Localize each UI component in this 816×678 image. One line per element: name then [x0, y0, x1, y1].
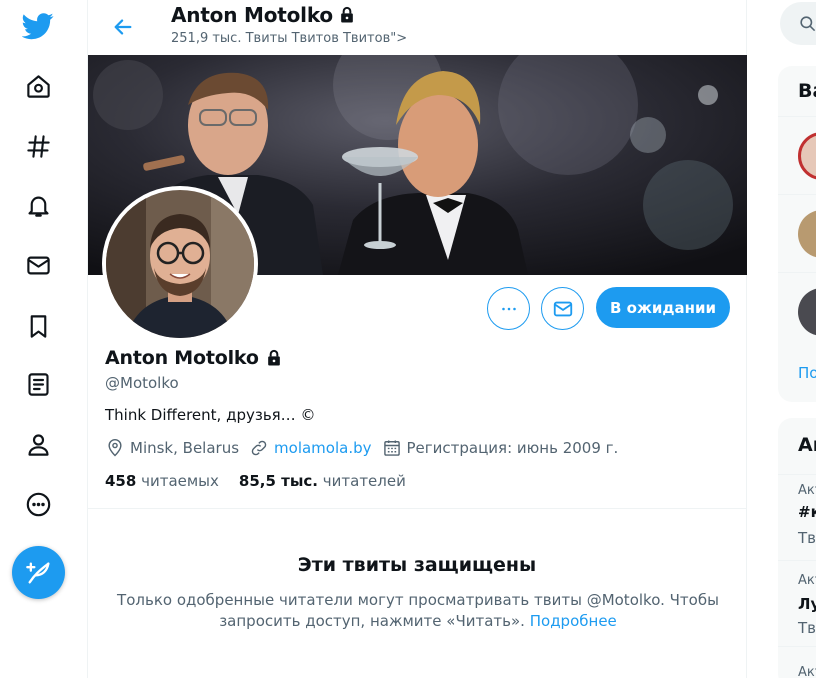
link-icon	[251, 440, 267, 456]
app-root: Anton Motolko 251,9 тыс. Твиты Твитов Тв…	[0, 0, 816, 678]
trends-panel: Ак Акт #к Тв Акт Лу Тв Акт	[778, 418, 816, 678]
twitter-logo-icon[interactable]	[14, 2, 62, 50]
more-icon	[26, 492, 50, 516]
trend-category: Акт	[798, 665, 816, 678]
profile-name: Anton Motolko	[105, 347, 284, 369]
sidebar-nav	[0, 0, 88, 678]
show-more-link[interactable]: По	[798, 364, 816, 382]
followers-label: читателей	[322, 472, 406, 490]
protected-message: Только одобренные читатели могут просмат…	[117, 591, 719, 630]
avatar	[798, 132, 816, 180]
following-label: читаемых	[141, 472, 219, 490]
location-text: Minsk, Belarus	[130, 439, 240, 457]
mail-icon	[553, 301, 572, 316]
trend-item[interactable]: Акт	[778, 646, 816, 678]
following-count: 458	[105, 472, 137, 490]
header-name: Anton Motolko	[171, 3, 333, 27]
profile-location: Minsk, Belarus	[105, 438, 239, 458]
joined-text: Регистрация: июнь 2009 г.	[406, 439, 619, 457]
protected-title: Эти твиты защищены	[297, 554, 537, 576]
trend-category: Акт	[798, 573, 816, 588]
suggestion-row[interactable]	[778, 116, 816, 194]
search-input[interactable]	[780, 2, 816, 45]
nav-messages[interactable]	[14, 241, 62, 289]
nav-more[interactable]	[14, 480, 62, 528]
profile-avatar[interactable]	[102, 186, 258, 342]
main-column: Anton Motolko 251,9 тыс. Твиты Твитов Тв…	[87, 0, 747, 678]
following-stat[interactable]: 458 читаемых	[105, 472, 219, 490]
nav-profile[interactable]	[14, 420, 62, 468]
followers-stat[interactable]: 85,5 тыс. читателей	[239, 472, 406, 490]
avatar-image	[106, 190, 254, 338]
home-icon	[26, 74, 50, 98]
lock-icon	[264, 348, 284, 368]
profile-header-bar: Anton Motolko 251,9 тыс. Твиты Твитов Тв…	[88, 0, 746, 55]
suggestion-row[interactable]	[778, 272, 816, 350]
pending-follow-button[interactable]: В ожидании	[596, 287, 730, 328]
protected-text: Только одобренные читатели могут просмат…	[112, 590, 724, 632]
compose-icon	[25, 562, 49, 583]
profile-name-text: Anton Motolko	[105, 347, 259, 369]
profile-stats: 458 читаемых 85,5 тыс. читателей	[105, 472, 426, 490]
more-options-button[interactable]	[487, 287, 530, 330]
website-link[interactable]: molamola.by	[274, 439, 371, 457]
trend-item[interactable]: Акт Лу Тв	[778, 560, 816, 646]
bookmark-icon	[30, 314, 46, 338]
divider	[88, 508, 746, 509]
back-arrow-icon	[114, 19, 132, 35]
list-icon	[27, 372, 49, 396]
message-button[interactable]	[541, 287, 584, 330]
suggestion-row[interactable]	[778, 194, 816, 272]
nav-explore[interactable]	[14, 122, 62, 170]
trend-name: #к	[798, 503, 816, 521]
header-tweet-count: 251,9 тыс. Твиты Твитов Твитов">	[171, 31, 408, 46]
hashtag-icon	[26, 134, 50, 158]
trend-name: Лу	[798, 595, 816, 613]
suggestions-panel: Ва По	[778, 66, 816, 402]
suggestions-title: Ва	[798, 80, 816, 102]
more-dots-icon	[501, 307, 516, 310]
calendar-icon	[383, 440, 400, 456]
profile-joined: Регистрация: июнь 2009 г.	[382, 438, 619, 458]
header-title: Anton Motolko	[171, 3, 357, 27]
trend-category: Акт	[798, 483, 816, 498]
compose-tweet-button[interactable]	[12, 546, 65, 599]
back-button[interactable]	[104, 8, 142, 46]
followers-count: 85,5 тыс.	[238, 472, 318, 490]
nav-lists[interactable]	[14, 360, 62, 408]
trends-title: Ак	[798, 434, 816, 456]
avatar	[798, 288, 816, 336]
location-icon	[108, 438, 122, 457]
profile-meta: Minsk, Belarus molamola.by Регистрация: …	[105, 438, 628, 458]
profile-handle: @Motolko	[105, 374, 179, 392]
learn-more-link[interactable]: Подробнее	[530, 612, 617, 630]
trend-count: Тв	[798, 619, 816, 637]
nav-home[interactable]	[14, 62, 62, 110]
profile-icon	[27, 433, 49, 456]
bell-icon	[27, 196, 49, 217]
avatar	[798, 210, 816, 258]
lock-icon	[337, 5, 357, 25]
nav-notifications[interactable]	[14, 181, 62, 229]
right-sidebar: Ва По Ак Акт #к Тв Акт Лу Тв	[778, 0, 816, 678]
profile-bio: Think Different, друзья… ©	[105, 406, 316, 424]
search-icon	[800, 16, 816, 32]
mail-icon	[26, 256, 50, 274]
profile-website[interactable]: molamola.by	[249, 438, 372, 458]
nav-bookmarks[interactable]	[14, 302, 62, 350]
trend-item[interactable]: Акт #к Тв	[778, 474, 816, 560]
trend-count: Тв	[798, 529, 816, 547]
